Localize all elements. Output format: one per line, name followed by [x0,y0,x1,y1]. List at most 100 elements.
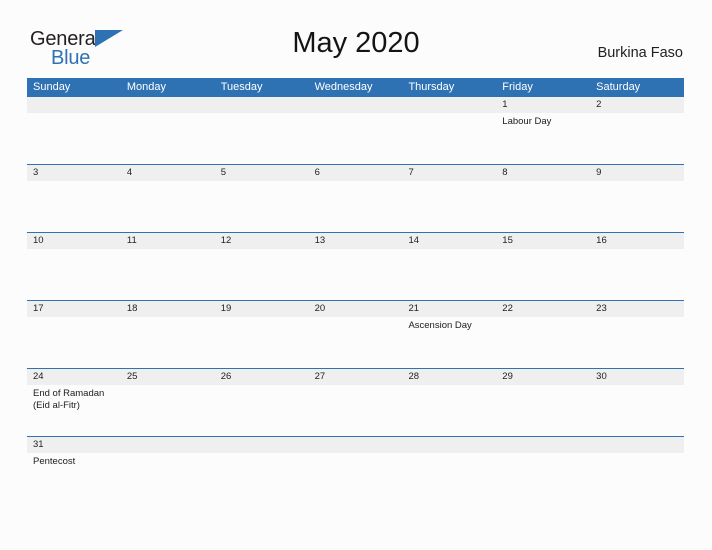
calendar-day-cell-empty [120,437,215,468]
calendar-week-row: 3456789 [27,164,685,232]
holiday-label: Labour Day [502,116,552,127]
calendar-day-cell[interactable]: 6 [308,165,403,232]
day-events [309,317,403,320]
day-number [402,97,497,113]
week-days: 10 11 12 13 14 15 16 [27,233,685,300]
day-events [309,453,403,456]
calendar-day-cell[interactable]: 8 [496,165,591,232]
weekday-header-thursday: Thursday [408,81,455,93]
day-number [27,97,121,113]
day-events [27,113,121,116]
day-number: 9 [590,165,685,181]
calendar-day-cell-empty [27,97,121,164]
day-events [215,453,309,456]
calendar-day-cell[interactable]: 21 Ascension Day [402,301,497,368]
day-events [121,181,215,184]
day-number [214,437,309,453]
day-number [590,437,685,453]
day-number: 29 [496,369,591,385]
calendar-day-cell[interactable]: 26 [214,369,309,436]
day-number [120,97,215,113]
day-events [496,317,590,320]
day-events [121,249,215,252]
day-events [590,181,684,184]
day-number: 14 [402,233,497,249]
day-events [590,385,684,388]
day-number: 15 [496,233,591,249]
day-number: 24 [27,369,121,385]
weekday-header-monday: Monday [126,81,166,93]
day-number: 20 [308,301,403,317]
calendar-day-cell[interactable]: 27 [308,369,403,436]
day-events [27,249,121,252]
day-events [309,385,403,388]
week-days: 1 Labour Day 2 [27,97,685,164]
calendar-day-cell-empty [214,97,309,164]
calendar-day-cell[interactable]: 3 [27,165,121,232]
day-number: 4 [120,165,215,181]
calendar-day-cell[interactable]: 22 [496,301,591,368]
day-number [496,437,591,453]
calendar-week-row: 1 Labour Day 2 [27,97,685,164]
calendar-day-cell-empty [214,437,309,468]
calendar-day-cell[interactable]: 24 End of Ramadan (Eid al-Fitr) [27,369,121,436]
day-events: End of Ramadan (Eid al-Fitr) [27,385,121,411]
calendar-day-cell[interactable]: 13 [308,233,403,300]
calendar-day-cell[interactable]: 14 [402,233,497,300]
calendar-week-row: 31 Pentecost [27,436,685,468]
calendar-day-cell[interactable]: 18 [120,301,215,368]
day-events [496,385,590,388]
calendar-day-cell[interactable]: 17 [27,301,121,368]
calendar-day-cell[interactable]: 15 [496,233,591,300]
calendar-day-cell[interactable]: 30 [590,369,685,436]
weekday-header-tuesday: Tuesday [220,81,263,93]
day-number: 12 [214,233,309,249]
weekday-header-friday: Friday [502,81,533,93]
calendar-day-cell[interactable]: 20 [308,301,403,368]
day-number: 21 [402,301,497,317]
day-events [590,113,684,116]
calendar-day-cell[interactable]: 23 [590,301,685,368]
weekday-header-sunday: Sunday [33,81,71,93]
weekday-header-wednesday: Wednesday [314,81,373,93]
day-events [27,181,121,184]
day-events [309,249,403,252]
calendar-day-cell-empty [590,437,685,468]
day-events [27,317,121,320]
calendar-table: Sunday Monday Tuesday Wednesday Thursday Frid… [27,78,685,468]
day-events [215,385,309,388]
calendar-day-cell[interactable]: 19 [214,301,309,368]
day-events [215,181,309,184]
calendar-day-cell[interactable]: 12 [214,233,309,300]
day-number [308,97,403,113]
day-number: 31 [27,437,121,453]
day-number [308,437,403,453]
holiday-label: End of Ramadan [33,388,105,399]
calendar-day-cell[interactable]: 28 [402,369,497,436]
day-number: 17 [27,301,121,317]
day-events [309,181,403,184]
calendar-day-cell[interactable]: 10 [27,233,121,300]
day-number: 8 [496,165,591,181]
calendar-day-cell[interactable]: 5 [214,165,309,232]
calendar-day-cell[interactable]: 1 Labour Day [496,97,591,164]
calendar-day-cell[interactable]: 29 [496,369,591,436]
day-events [402,453,496,456]
calendar-day-cell[interactable]: 9 [590,165,685,232]
holiday-label: (Eid al-Fitr) [33,399,80,411]
calendar-day-cell[interactable]: 4 [120,165,215,232]
day-number: 11 [120,233,215,249]
day-events [121,453,215,456]
day-events: Ascension Day [402,317,496,332]
calendar-day-cell[interactable]: 7 [402,165,497,232]
calendar-day-cell[interactable]: 2 [590,97,685,164]
calendar-day-cell[interactable]: 16 [590,233,685,300]
week-days: 31 Pentecost [27,437,685,468]
calendar-day-cell[interactable]: 11 [120,233,215,300]
calendar-week-row: 10 11 12 13 14 15 16 [27,232,685,300]
calendar-day-cell[interactable]: 31 Pentecost [27,437,121,468]
day-events [496,181,590,184]
day-number: 13 [308,233,403,249]
calendar-day-cell[interactable]: 25 [120,369,215,436]
day-number: 3 [27,165,121,181]
